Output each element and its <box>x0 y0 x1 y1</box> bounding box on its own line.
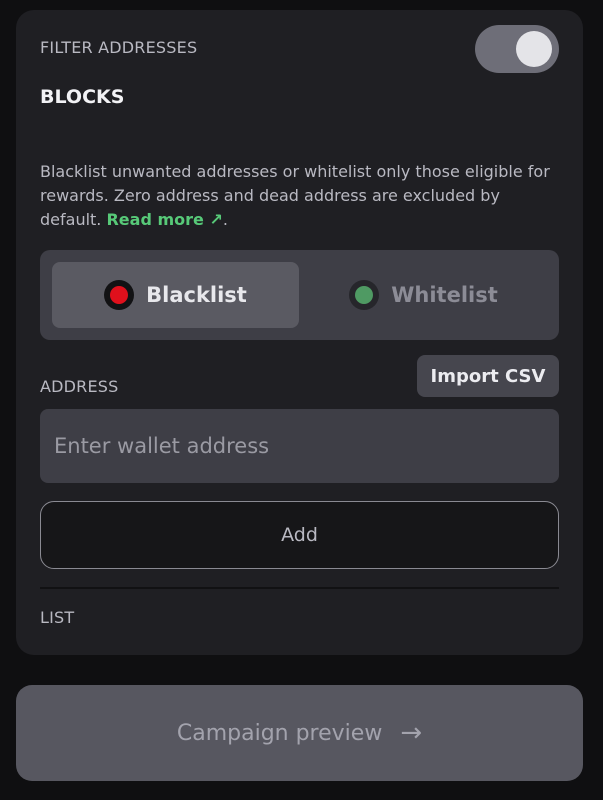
toggle-knob <box>516 31 552 67</box>
list-label: LIST <box>40 608 75 627</box>
blocks-description: Blacklist unwanted addresses or whitelis… <box>40 160 560 232</box>
description-period: . <box>222 210 228 229</box>
external-link-icon: ↗ <box>209 210 223 229</box>
filter-addresses-toggle[interactable] <box>475 25 559 73</box>
blacklist-label: Blacklist <box>146 283 247 307</box>
read-more-link[interactable]: Read more ↗ <box>106 210 222 229</box>
radio-icon <box>104 280 135 310</box>
campaign-preview-label: Campaign preview <box>176 720 383 746</box>
blacklist-dot-icon <box>110 286 129 304</box>
whitelist-option[interactable]: Whitelist <box>300 262 547 328</box>
divider <box>40 587 559 589</box>
import-csv-button[interactable]: Import CSV <box>417 355 559 397</box>
wallet-address-input[interactable] <box>40 409 559 483</box>
filter-addresses-label: FILTER ADDRESSES <box>40 38 198 57</box>
arrow-right-icon: → <box>400 718 423 748</box>
radio-icon <box>349 280 380 310</box>
read-more-label: Read more <box>106 210 204 229</box>
address-label: ADDRESS <box>40 377 119 396</box>
whitelist-label: Whitelist <box>391 283 498 307</box>
whitelist-dot-icon <box>355 286 374 304</box>
add-address-button[interactable]: Add <box>40 501 559 569</box>
blocks-filter-card: FILTER ADDRESSES BLOCKS Blacklist unwant… <box>16 10 583 655</box>
blacklist-option[interactable]: Blacklist <box>52 262 299 328</box>
campaign-preview-button[interactable]: Campaign preview → <box>16 685 583 781</box>
list-mode-selector: Blacklist Whitelist <box>40 250 559 340</box>
blocks-title: BLOCKS <box>40 86 125 108</box>
